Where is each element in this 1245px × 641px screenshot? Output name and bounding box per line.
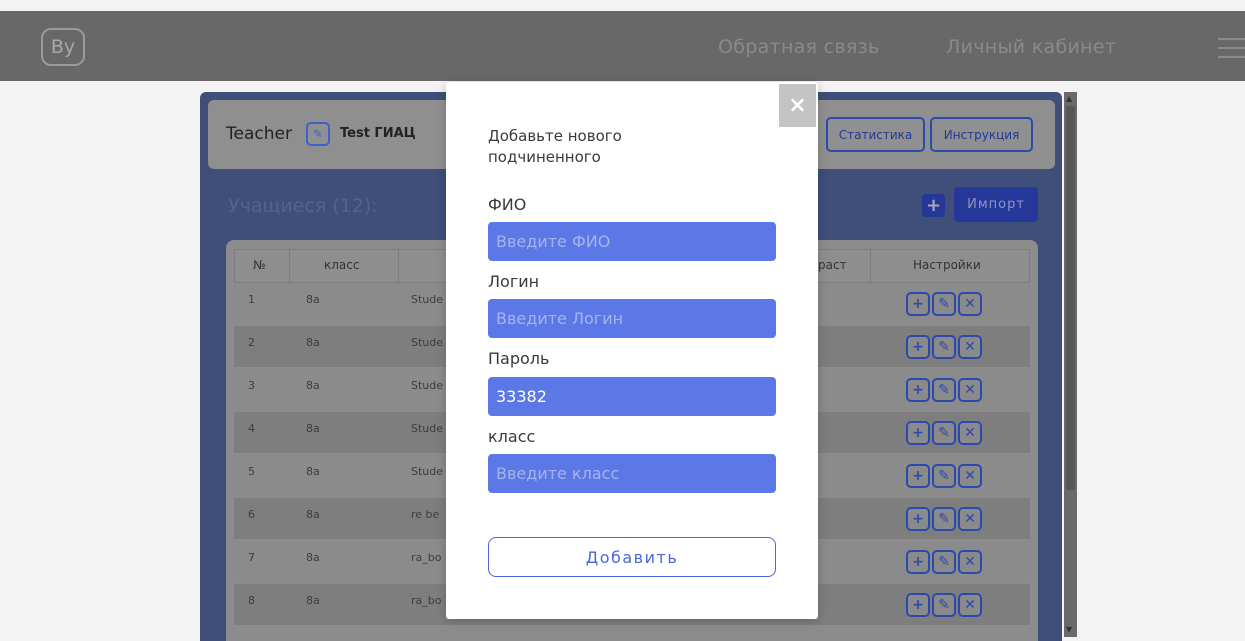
- delete-icon[interactable]: ✕: [958, 378, 982, 402]
- row-number: 3: [248, 379, 255, 392]
- column-header-number[interactable]: №: [253, 258, 265, 272]
- fio-label: ФИО: [488, 195, 527, 214]
- row-class: 8а: [306, 336, 320, 349]
- row-actions: + ✎ ✕: [906, 292, 982, 316]
- row-name: Stude: [411, 465, 444, 478]
- row-actions: + ✎ ✕: [906, 378, 982, 402]
- row-actions: + ✎ ✕: [906, 593, 982, 617]
- edit-icon[interactable]: ✎: [932, 593, 956, 617]
- row-number: 8: [248, 594, 255, 607]
- add-icon[interactable]: +: [906, 335, 930, 359]
- column-divider: [289, 250, 290, 283]
- teacher-name: Test ГИАЦ: [340, 126, 416, 141]
- add-button[interactable]: Добавить: [488, 537, 776, 577]
- row-class: 8а: [306, 594, 320, 607]
- password-label: Пароль: [488, 349, 550, 368]
- row-class: 8а: [306, 465, 320, 478]
- row-name: ra_bo: [411, 594, 442, 607]
- delete-icon[interactable]: ✕: [958, 335, 982, 359]
- row-name: Stude: [411, 422, 444, 435]
- delete-icon[interactable]: ✕: [958, 421, 982, 445]
- login-label: Логин: [488, 272, 540, 291]
- add-student-button[interactable]: +: [922, 194, 945, 217]
- logo[interactable]: By: [41, 28, 85, 66]
- edit-teacher-icon[interactable]: ✎: [306, 122, 330, 146]
- students-title: Учащиеся (12):: [228, 195, 378, 217]
- close-icon[interactable]: ×: [779, 84, 816, 127]
- scroll-down-icon[interactable]: ▼: [1066, 625, 1072, 634]
- row-name: ra_bo: [411, 551, 442, 564]
- add-icon[interactable]: +: [906, 421, 930, 445]
- add-icon[interactable]: +: [906, 292, 930, 316]
- class-input[interactable]: [488, 454, 776, 493]
- add-icon[interactable]: +: [906, 550, 930, 574]
- delete-icon[interactable]: ✕: [958, 507, 982, 531]
- row-actions: + ✎ ✕: [906, 335, 982, 359]
- row-class: 8а: [306, 293, 320, 306]
- row-actions: + ✎ ✕: [906, 421, 982, 445]
- edit-icon[interactable]: ✎: [932, 421, 956, 445]
- login-input[interactable]: [488, 299, 776, 338]
- edit-icon[interactable]: ✎: [932, 292, 956, 316]
- import-button[interactable]: Импорт: [954, 187, 1038, 222]
- row-actions: + ✎ ✕: [906, 507, 982, 531]
- edit-icon[interactable]: ✎: [932, 378, 956, 402]
- row-class: 8а: [306, 422, 320, 435]
- modal-title: Добавьте нового подчиненного: [488, 127, 622, 166]
- delete-icon[interactable]: ✕: [958, 292, 982, 316]
- column-header-settings: Настройки: [913, 258, 981, 272]
- edit-icon[interactable]: ✎: [932, 335, 956, 359]
- row-class: 8а: [306, 379, 320, 392]
- row-actions: + ✎ ✕: [906, 550, 982, 574]
- add-icon[interactable]: +: [906, 464, 930, 488]
- row-class: 8а: [306, 508, 320, 521]
- scrollbar-thumb[interactable]: [1066, 106, 1075, 490]
- row-number: 2: [248, 336, 255, 349]
- nav-feedback-link[interactable]: Обратная связь: [718, 36, 880, 58]
- row-name: Stude: [411, 336, 444, 349]
- statistics-button[interactable]: Статистика: [826, 117, 925, 152]
- row-number: 5: [248, 465, 255, 478]
- row-actions: + ✎ ✕: [906, 464, 982, 488]
- add-icon[interactable]: +: [906, 593, 930, 617]
- class-label: класс: [488, 427, 536, 446]
- teacher-label: Teacher: [226, 124, 292, 144]
- row-name: Stude: [411, 293, 444, 306]
- row-number: 1: [248, 293, 255, 306]
- menu-icon[interactable]: [1218, 38, 1245, 60]
- column-header-age[interactable]: раст: [818, 258, 847, 272]
- edit-icon[interactable]: ✎: [932, 464, 956, 488]
- add-icon[interactable]: +: [906, 378, 930, 402]
- add-icon[interactable]: +: [906, 507, 930, 531]
- row-name: re be: [411, 508, 440, 521]
- delete-icon[interactable]: ✕: [958, 464, 982, 488]
- row-number: 4: [248, 422, 255, 435]
- edit-icon[interactable]: ✎: [932, 550, 956, 574]
- password-input[interactable]: [488, 377, 776, 416]
- edit-icon[interactable]: ✎: [932, 507, 956, 531]
- nav-cabinet-link[interactable]: Личный кабинет: [946, 36, 1116, 58]
- scroll-up-icon[interactable]: ▲: [1066, 94, 1072, 103]
- delete-icon[interactable]: ✕: [958, 550, 982, 574]
- column-divider: [870, 250, 871, 283]
- instruction-button[interactable]: Инструкция: [930, 117, 1033, 152]
- row-class: 8а: [306, 551, 320, 564]
- row-number: 6: [248, 508, 255, 521]
- fio-input[interactable]: [488, 222, 776, 261]
- column-header-class[interactable]: класс: [324, 258, 359, 272]
- row-name: Stude: [411, 379, 444, 392]
- delete-icon[interactable]: ✕: [958, 593, 982, 617]
- column-divider: [398, 250, 399, 283]
- row-number: 7: [248, 551, 255, 564]
